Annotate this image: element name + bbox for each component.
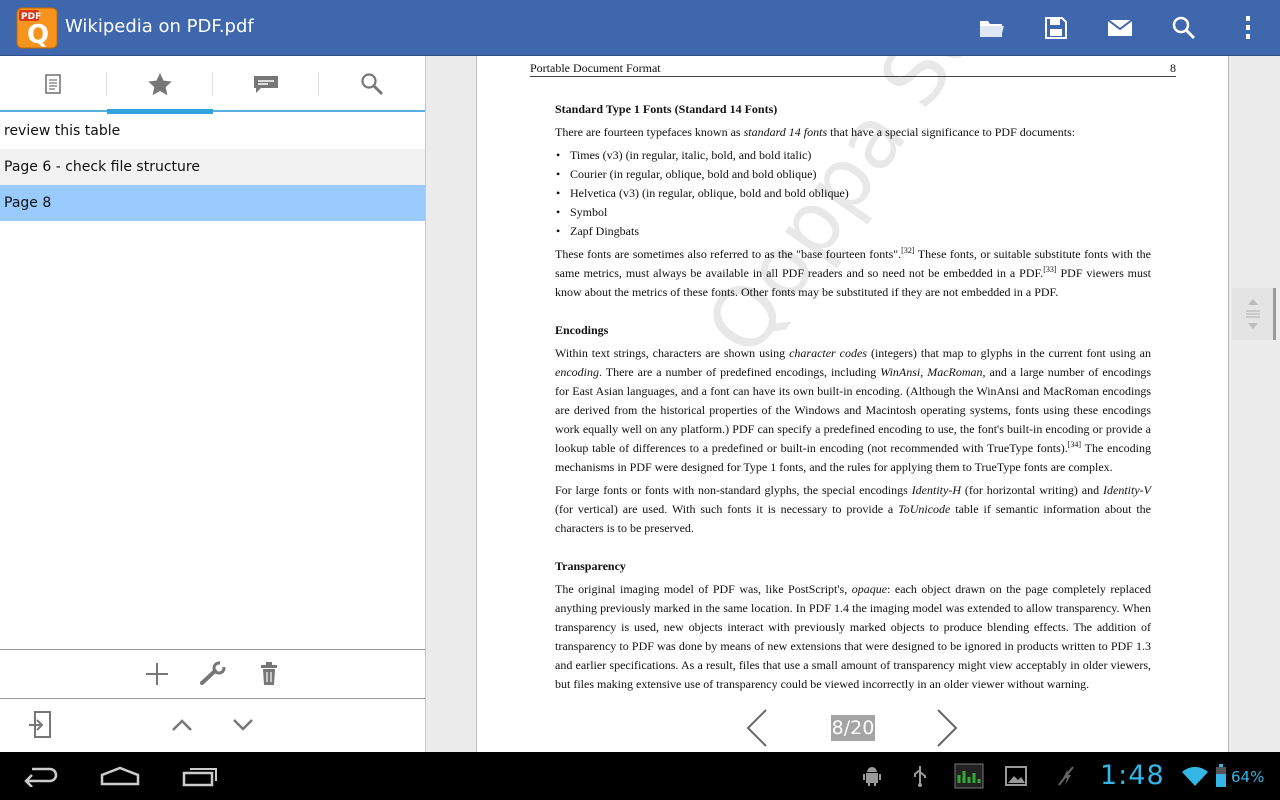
no-sync-icon [1054, 764, 1078, 788]
page-counter: 8/20 [831, 715, 875, 741]
bookmark-label: review this table [4, 123, 121, 139]
list-item: Times (v3) (in regular, italic, bold, an… [555, 146, 1151, 165]
back-icon [24, 767, 58, 787]
page-content: Standard Type 1 Fonts (Standard 14 Fonts… [555, 100, 1151, 698]
bookmarks-panel: review this table Page 6 - check file st… [0, 56, 426, 752]
list-item: Courier (in regular, oblique, bold and b… [555, 165, 1151, 184]
citation-link[interactable]: [34] [1068, 440, 1081, 449]
bookmark-list: review this table Page 6 - check file st… [0, 113, 425, 221]
android-debug-icon [860, 764, 884, 788]
next-page-button[interactable] [932, 708, 962, 748]
list-item: Helvetica (v3) (in regular, oblique, bol… [555, 184, 1151, 203]
document-title: Wikipedia on PDF.pdf [65, 16, 254, 37]
add-icon [146, 663, 168, 685]
bookmark-label: Page 6 - check file structure [4, 159, 200, 175]
page-running-header: Portable Document Format 8 [530, 61, 1176, 77]
drag-handle-icon [1245, 299, 1260, 329]
document-viewer[interactable]: Portable Document Format 8 Standard Type… [426, 56, 1280, 752]
email-button[interactable] [1100, 8, 1140, 48]
tab-pages[interactable] [0, 56, 106, 112]
battery-percentage: 64% [1231, 768, 1265, 786]
overflow-menu-button[interactable] [1228, 8, 1268, 48]
recents-icon [182, 768, 217, 787]
chevron-left-icon [744, 708, 768, 748]
list-item: Zapf Dingbats [555, 222, 1151, 241]
paragraph: For large fonts or fonts with non-standa… [555, 483, 1152, 535]
list-item[interactable]: review this table [0, 113, 425, 149]
running-header-page-number: 8 [1170, 61, 1176, 75]
citation-link[interactable]: [33] [1043, 265, 1056, 274]
chevron-right-icon [936, 708, 960, 748]
list-item[interactable]: Page 8 [0, 185, 425, 221]
search-icon [1172, 16, 1196, 40]
navigation-toolbar [0, 698, 425, 752]
chevron-up-icon [172, 719, 192, 731]
star-icon [148, 73, 172, 96]
save-button[interactable] [1036, 8, 1076, 48]
screenshot-app-icon [954, 763, 984, 789]
paragraph: Within text strings, characters are show… [555, 346, 1151, 474]
paragraph: These fonts are sometimes also referred … [555, 246, 1152, 300]
action-bar: PDF Q Wikipedia on PDF.pdf [0, 0, 1280, 56]
home-button[interactable] [90, 760, 150, 792]
panel-tabs [0, 56, 425, 114]
go-to-page-button[interactable] [20, 705, 60, 745]
home-icon [100, 766, 140, 786]
overflow-menu-icon [1246, 16, 1250, 39]
tab-search[interactable] [319, 56, 425, 112]
mail-icon [1107, 19, 1133, 36]
system-bar: 1:48 64% [0, 752, 1280, 800]
section-heading: Encodings [555, 323, 609, 337]
section-heading: Transparency [555, 559, 626, 573]
page-list-icon [45, 74, 61, 94]
wifi-icon [1181, 764, 1209, 788]
search-icon [361, 73, 384, 96]
add-bookmark-button[interactable] [137, 654, 177, 694]
bookmark-label: Page 8 [4, 195, 52, 211]
delete-bookmark-button[interactable] [249, 654, 289, 694]
annotation-icon [254, 76, 278, 93]
trash-icon [261, 662, 277, 685]
wrench-icon [200, 661, 226, 685]
recents-button[interactable] [170, 760, 230, 792]
previous-bookmark-button[interactable] [162, 705, 202, 745]
paragraph: The original imaging model of PDF was, l… [555, 582, 1151, 691]
pdf-page[interactable]: Portable Document Format 8 Standard Type… [476, 56, 1229, 752]
tab-bookmarks[interactable] [107, 56, 213, 114]
battery-icon [1213, 764, 1229, 788]
previous-page-button[interactable] [742, 708, 772, 748]
edit-bookmark-button[interactable] [193, 654, 233, 694]
gallery-icon [1004, 764, 1028, 788]
folder-icon [980, 21, 1004, 37]
svg-text:Q: Q [27, 20, 49, 49]
go-to-page-icon [29, 711, 51, 738]
running-header-title: Portable Document Format [530, 61, 661, 75]
search-button[interactable] [1164, 8, 1204, 48]
back-button[interactable] [10, 760, 70, 792]
font-list: Times (v3) (in regular, italic, bold, an… [555, 146, 1151, 241]
list-item[interactable]: Page 6 - check file structure [0, 149, 425, 185]
app-logo-icon[interactable]: PDF Q [16, 7, 58, 50]
fast-scroll-handle[interactable] [1232, 288, 1276, 340]
status-clock: 1:48 [1100, 760, 1165, 791]
tab-annotations[interactable] [213, 56, 319, 112]
citation-link[interactable]: [32] [901, 246, 914, 255]
open-folder-button[interactable] [972, 8, 1012, 48]
chevron-down-icon [233, 719, 253, 731]
bookmark-toolbar [0, 649, 425, 698]
usb-icon [908, 764, 932, 788]
next-bookmark-button[interactable] [223, 705, 263, 745]
list-item: Symbol [555, 203, 1151, 222]
section-heading: Standard Type 1 Fonts (Standard 14 Fonts… [555, 102, 778, 116]
paragraph: There are fourteen typefaces known as st… [555, 125, 1076, 139]
save-icon [1045, 17, 1067, 39]
